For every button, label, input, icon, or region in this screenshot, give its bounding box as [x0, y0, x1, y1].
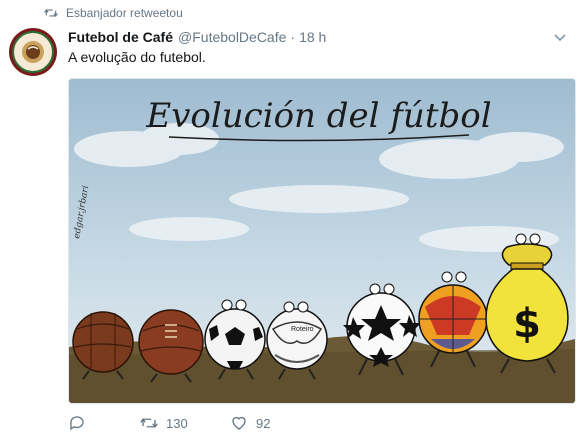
- cartoon-title: Evolución del fútbol: [145, 96, 491, 136]
- heart-icon: [232, 416, 246, 430]
- retweet-button[interactable]: 130: [140, 414, 230, 432]
- tweet-text: A evolução do futebol.: [68, 49, 206, 65]
- retweet-count: 130: [166, 415, 188, 431]
- author-handle[interactable]: @FutebolDeCafe: [178, 29, 286, 45]
- reply-button[interactable]: [68, 414, 140, 432]
- roteiro-label: Roteiro: [291, 326, 314, 333]
- reply-icon: [70, 416, 84, 431]
- retweet-icon: [140, 418, 158, 428]
- timestamp[interactable]: 18 h: [299, 29, 326, 45]
- tweet-image[interactable]: Evolución del fútbol edgar.jrbari Roteir…: [68, 78, 576, 404]
- avatar-logo: [12, 31, 54, 73]
- tweet-actions: 130 92: [68, 412, 320, 434]
- like-button[interactable]: 92: [230, 414, 320, 432]
- avatar[interactable]: [9, 28, 57, 76]
- separator: ·: [290, 29, 296, 45]
- coffee-ball-logo: [22, 41, 44, 63]
- cartoon-image: Evolución del fútbol edgar.jrbari Roteir…: [69, 79, 575, 403]
- author-name[interactable]: Futebol de Café: [68, 29, 173, 45]
- svg-text:$: $: [513, 301, 541, 347]
- retweet-icon: [44, 9, 58, 17]
- retweet-context-text[interactable]: Esbanjador retweetou: [66, 6, 183, 20]
- chevron-down-icon[interactable]: [552, 29, 568, 45]
- retweet-context: Esbanjador retweetou: [44, 4, 183, 22]
- like-count: 92: [256, 415, 271, 431]
- tweet-header: Futebol de Café @FutebolDeCafe · 18 h: [68, 28, 568, 46]
